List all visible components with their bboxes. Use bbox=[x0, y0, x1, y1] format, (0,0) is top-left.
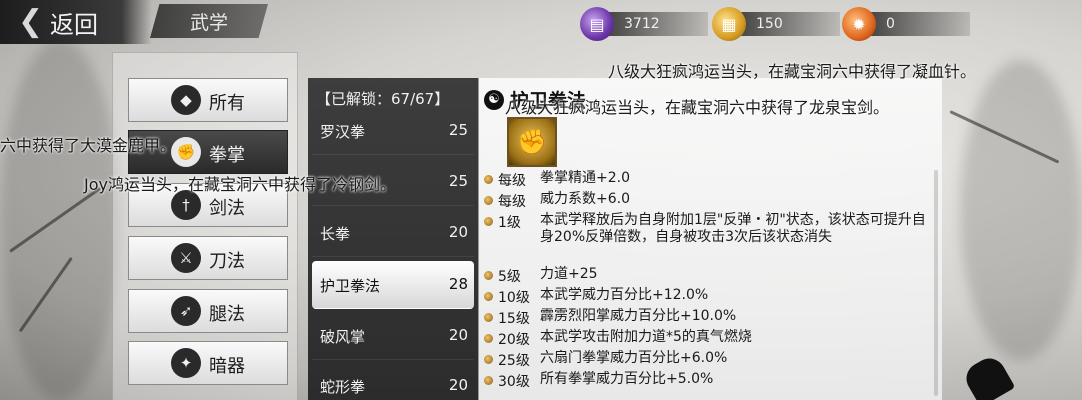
category-dart[interactable]: ✦ 暗器 bbox=[128, 341, 288, 385]
category-label: 刀法 bbox=[209, 251, 245, 272]
skill-name: 破风掌 bbox=[320, 328, 366, 346]
fire-token-icon: ✹ bbox=[842, 7, 876, 41]
back-label: 返回 bbox=[50, 10, 98, 39]
skill-item[interactable]: 蛇形拳 20 bbox=[312, 362, 474, 400]
effect-level: 每级 bbox=[498, 173, 526, 189]
effect-level: 15级 bbox=[498, 311, 530, 327]
currency-value: 0 bbox=[860, 12, 970, 36]
leg-icon: ➶ bbox=[171, 296, 201, 326]
skill-item[interactable]: 破风掌 20 bbox=[312, 312, 474, 360]
category-leg[interactable]: ➶ 腿法 bbox=[128, 289, 288, 333]
skill-name: 罗汉拳 bbox=[320, 123, 366, 141]
effect-text: 本武学释放后为自身附加1层"反弹・初"状态，该状态可提升自身20%反弹倍数，自身… bbox=[540, 212, 926, 245]
broadcast-message: 八级大狂疯鸿运当头，在藏宝洞六中获得了龙泉宝剑。 bbox=[505, 98, 890, 117]
currency-fire[interactable]: ✹ 0 bbox=[842, 7, 970, 41]
effect-text: 霹雳烈阳掌威力百分比+10.0% bbox=[540, 308, 737, 324]
dart-icon: ✦ bbox=[171, 348, 201, 378]
skill-item-selected[interactable]: 护卫拳法 28 bbox=[312, 261, 474, 309]
skill-name: 长拳 bbox=[320, 225, 351, 243]
category-all[interactable]: ◆ 所有 bbox=[128, 78, 288, 122]
category-label: 暗器 bbox=[209, 356, 245, 377]
effect-text: 力道+25 bbox=[540, 266, 598, 282]
skill-level: 20 bbox=[448, 223, 468, 241]
category-label: 所有 bbox=[209, 93, 245, 114]
effect-text: 六扇门拳掌威力百分比+6.0% bbox=[540, 350, 728, 366]
all-icon: ◆ bbox=[171, 85, 201, 115]
effect-text: 本武学攻击附加力道*5的真气燃烧 bbox=[540, 329, 752, 345]
effect-level: 20级 bbox=[498, 332, 530, 348]
skill-item[interactable]: 罗汉拳 25 bbox=[312, 107, 474, 155]
effect-level: 25级 bbox=[498, 353, 530, 369]
currency-book[interactable]: ▤ 3712 bbox=[580, 7, 708, 41]
skill-item[interactable]: 长拳 20 bbox=[312, 209, 474, 257]
effect-level: 5级 bbox=[498, 269, 521, 285]
broadcast-message: 六中获得了大漠金鹿甲。 bbox=[0, 136, 177, 155]
bullet-icon bbox=[484, 355, 493, 364]
effect-row: 1级 本武学释放后为自身附加1层"反弹・初"状态，该状态可提升自身20%反弹倍数… bbox=[484, 212, 930, 246]
bullet-icon bbox=[484, 271, 493, 280]
bullet-icon bbox=[484, 217, 493, 226]
effect-level: 1级 bbox=[498, 215, 521, 231]
skill-level: 20 bbox=[448, 326, 468, 344]
broadcast-message: 八级大狂疯鸿运当头，在藏宝洞六中获得了凝血针。 bbox=[608, 62, 977, 81]
effect-row: 30级 所有拳掌威力百分比+5.0% bbox=[484, 371, 940, 391]
ink-wash-right bbox=[960, 60, 1082, 360]
category-label: 拳掌 bbox=[209, 145, 245, 166]
effect-text: 本武学威力百分比+12.0% bbox=[540, 287, 709, 303]
ink-wash-left bbox=[0, 40, 120, 400]
category-blade[interactable]: ⚔ 刀法 bbox=[128, 236, 288, 280]
effect-text: 所有拳掌威力百分比+5.0% bbox=[540, 371, 714, 387]
currency-value: 3712 bbox=[598, 12, 708, 36]
broadcast-message: Joy鸿运当头，在藏宝洞六中获得了冷钢剑。 bbox=[84, 175, 396, 194]
effect-row: 每级 威力系数+6.0 bbox=[484, 191, 940, 211]
fist-skill-icon: ✊ bbox=[507, 117, 557, 167]
effect-row: 20级 本武学攻击附加力道*5的真气燃烧 bbox=[484, 329, 940, 349]
bullet-icon bbox=[484, 313, 493, 322]
category-label: 腿法 bbox=[209, 304, 245, 325]
skill-level: 20 bbox=[448, 376, 468, 394]
section-title: 武学 bbox=[150, 4, 268, 38]
bullet-icon bbox=[484, 292, 493, 301]
effect-level: 每级 bbox=[498, 194, 526, 210]
currency-gold[interactable]: ▦ 150 bbox=[712, 7, 840, 41]
ink-bottle-decoration bbox=[960, 352, 1016, 400]
effect-row: 25级 六扇门拳掌威力百分比+6.0% bbox=[484, 350, 940, 370]
effect-text: 威力系数+6.0 bbox=[540, 191, 630, 207]
effect-row: 10级 本武学威力百分比+12.0% bbox=[484, 287, 940, 307]
skill-name: 蛇形拳 bbox=[320, 378, 366, 396]
skill-level: 25 bbox=[448, 121, 468, 139]
effect-row: 每级 拳掌精通+2.0 bbox=[484, 170, 940, 190]
bullet-icon bbox=[484, 376, 493, 385]
top-bar: ❮ 返回 武学 ▤ 3712 ▦ 150 ✹ 0 bbox=[0, 0, 1082, 46]
unlock-count: 【已解锁：67/67】 bbox=[316, 90, 450, 108]
skill-level: 28 bbox=[448, 275, 468, 293]
gold-token-icon: ▦ bbox=[712, 7, 746, 41]
effect-level: 10级 bbox=[498, 290, 530, 306]
bullet-icon bbox=[484, 196, 493, 205]
category-label: 剑法 bbox=[209, 198, 245, 219]
effect-row: 15级 霹雳烈阳掌威力百分比+10.0% bbox=[484, 308, 940, 328]
chevron-left-icon: ❮ bbox=[18, 4, 44, 39]
effect-row: 5级 力道+25 bbox=[484, 266, 940, 286]
bullet-icon bbox=[484, 334, 493, 343]
skill-name: 护卫拳法 bbox=[320, 277, 381, 295]
purple-book-icon: ▤ bbox=[580, 7, 614, 41]
currency-value: 150 bbox=[730, 12, 840, 36]
skill-level: 25 bbox=[448, 172, 468, 190]
bullet-icon bbox=[484, 175, 493, 184]
blade-icon: ⚔ bbox=[171, 243, 201, 273]
effect-level: 30级 bbox=[498, 374, 530, 390]
effect-text: 拳掌精通+2.0 bbox=[540, 170, 630, 186]
back-button[interactable]: ❮ 返回 bbox=[0, 0, 152, 44]
yin-yang-icon: ☯ bbox=[484, 89, 504, 110]
